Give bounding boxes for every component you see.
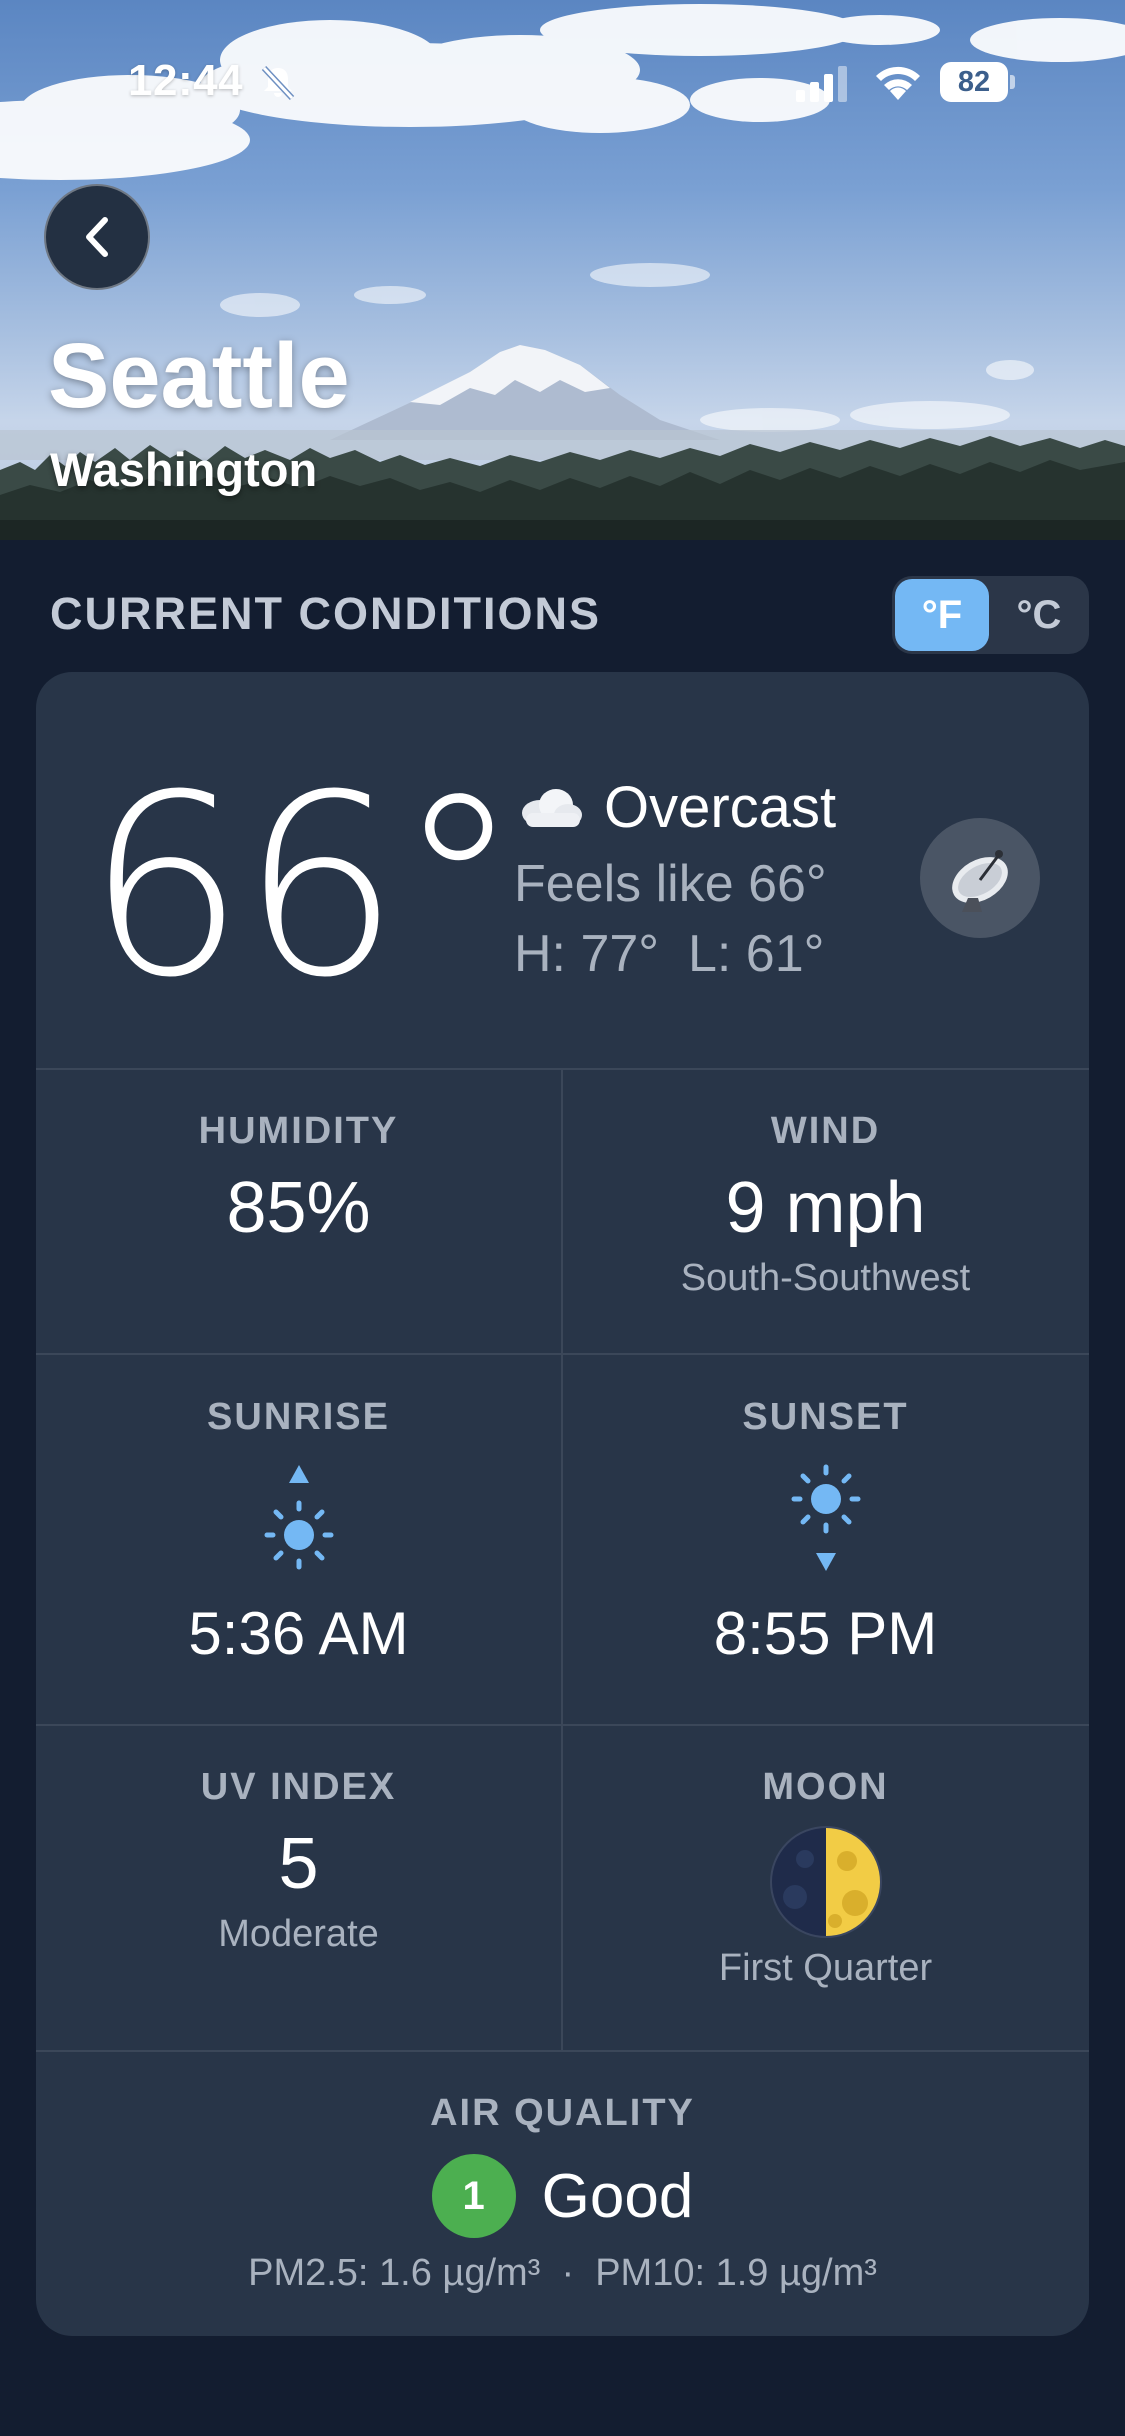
sunrise-time: 5:36 AM — [188, 1600, 409, 1667]
current-temperature: 66° — [86, 741, 521, 1032]
status-time: 12:44 — [128, 56, 244, 105]
wind-cell: WIND 9 mph South-Southwest — [563, 1110, 1088, 1300]
fahrenheit-toggle[interactable]: °F — [895, 579, 989, 651]
status-bar: 12:44 82 — [0, 0, 1125, 150]
wifi-icon — [876, 66, 920, 100]
humidity-value: 85% — [226, 1168, 371, 1248]
bell-slash-icon — [261, 65, 295, 101]
chevron-left-icon — [86, 217, 108, 257]
back-button[interactable] — [44, 184, 150, 290]
section-title: CURRENT CONDITIONS — [50, 588, 601, 639]
air-quality-row: 1 Good — [36, 2154, 1089, 2238]
condition-text: Overcast — [604, 774, 837, 840]
battery-icon: 82 — [940, 62, 1016, 102]
moon-label: MOON — [762, 1766, 889, 1808]
hero-image: 12:44 82 Seattle Washington — [0, 0, 1125, 540]
wind-value: 9 mph — [725, 1168, 926, 1248]
uv-value: 5 — [278, 1824, 319, 1904]
cloud-icon — [522, 789, 582, 827]
sunrise-label: SUNRISE — [207, 1396, 390, 1438]
city-name: Seattle — [48, 325, 350, 427]
radar-button[interactable] — [920, 818, 1040, 938]
humidity-label: HUMIDITY — [198, 1110, 399, 1152]
satellite-dish-icon — [952, 850, 1008, 912]
uv-cell: UV INDEX 5 Moderate — [36, 1766, 561, 1956]
air-quality-detail: PM2.5: 1.6 µg/m³ · PM10: 1.9 µg/m³ — [248, 2252, 877, 2294]
moon-phase: First Quarter — [718, 1947, 933, 1989]
sunset-icon — [791, 1464, 860, 1571]
conditions-card: 66° Overcast Feels like 66° H: 77° L: 61… — [36, 672, 1089, 2336]
region-name: Washington — [50, 443, 318, 496]
battery-level: 82 — [940, 62, 1008, 102]
signal-icon — [796, 66, 847, 102]
sunrise-icon — [264, 1465, 333, 1570]
sunrise-cell: SUNRISE 5:36 AM — [36, 1396, 561, 1668]
air-quality-label: AIR QUALITY — [430, 2092, 695, 2134]
air-quality-index-badge: 1 — [431, 2154, 516, 2238]
first-quarter-moon-icon — [769, 1826, 882, 1938]
air-quality-status: Good — [541, 2161, 694, 2231]
uv-label: UV INDEX — [200, 1766, 397, 1808]
unit-toggle: °F °C — [892, 576, 1089, 654]
humidity-cell: HUMIDITY 85% — [36, 1110, 561, 1249]
high-low: H: 77° L: 61° — [514, 925, 825, 983]
feels-like: Feels like 66° — [514, 855, 827, 913]
moon-cell: MOON First Quarter — [563, 1766, 1088, 1990]
sunset-cell: SUNSET 8:55 PM — [563, 1396, 1088, 1668]
wind-label: WIND — [770, 1110, 881, 1152]
uv-level: Moderate — [218, 1913, 379, 1955]
condition-row: Overcast — [518, 772, 836, 842]
sunset-time: 8:55 PM — [713, 1600, 938, 1667]
celsius-toggle[interactable]: °C — [992, 579, 1086, 651]
wind-direction: South-Southwest — [680, 1257, 971, 1299]
sunset-label: SUNSET — [742, 1396, 909, 1438]
